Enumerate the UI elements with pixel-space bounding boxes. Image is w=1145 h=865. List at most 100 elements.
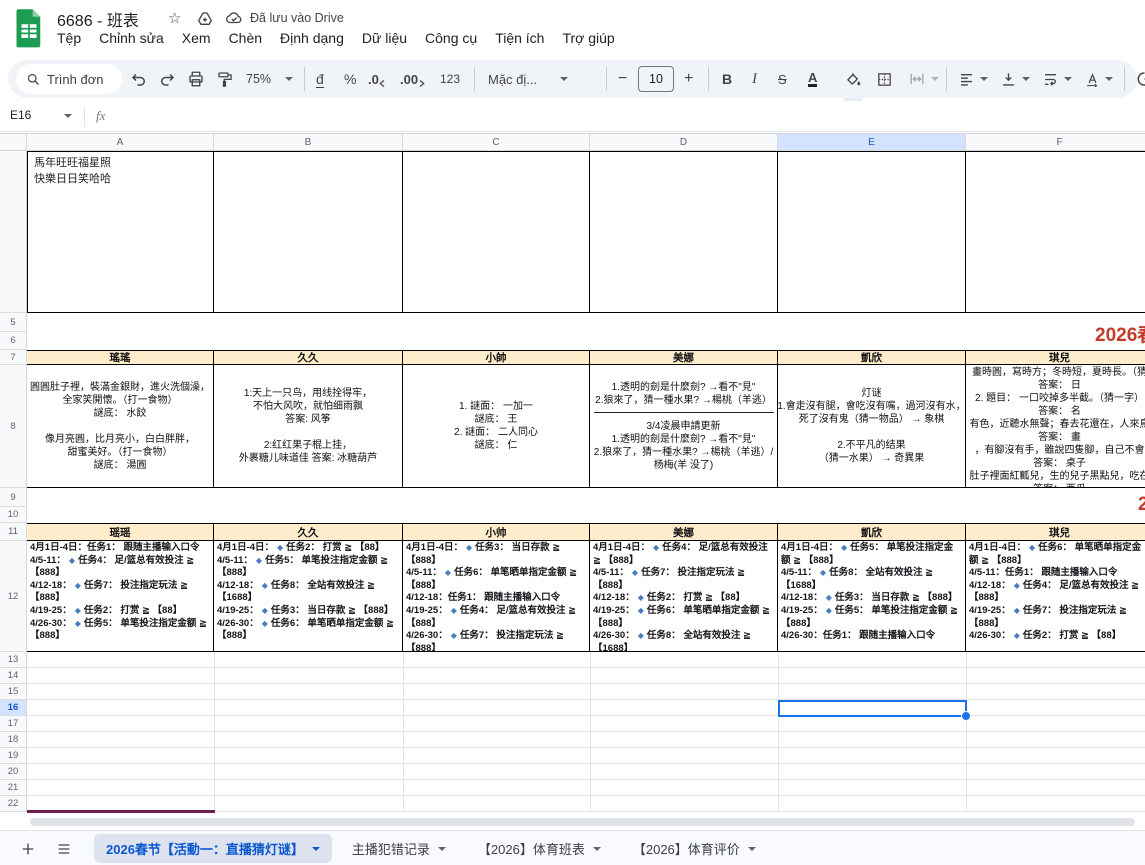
decrease-font-size-button[interactable]: − — [618, 60, 627, 98]
vertical-align-button[interactable] — [1000, 60, 1030, 98]
menu-item[interactable]: Chỉnh sửa — [90, 28, 173, 48]
percent-format-button[interactable]: % — [344, 60, 356, 98]
fill-handle[interactable] — [961, 711, 971, 721]
riddle-cell[interactable]: 圓圓肚子裡，裝滿金銀財，進火洗個澡，全家笑開懷。（打一食物）謎底： 水餃像月亮圓… — [27, 365, 214, 487]
task-cell[interactable]: 4月1日-4日：◆任务3： 当日存款 ≧ 【888】4/5-11：◆任务6： 单… — [403, 541, 590, 651]
empty-cell[interactable] — [966, 152, 1145, 312]
cloud-saved-icon[interactable] — [225, 11, 243, 25]
horizontal-align-button[interactable] — [958, 60, 988, 98]
tab-menu-caret-icon[interactable] — [593, 847, 601, 851]
undo-button[interactable] — [130, 60, 148, 98]
riddle-cell[interactable]: 1. 謎面： 一加一謎底： 王2. 謎面： 二人同心謎底： 仁 — [403, 365, 590, 487]
select-all-corner[interactable] — [0, 133, 27, 151]
paint-format-button[interactable] — [216, 60, 234, 98]
sheet-tab[interactable]: 【2026】体育班表 — [466, 834, 613, 863]
name-header-cell[interactable]: 美娜 — [590, 524, 778, 540]
menu-item[interactable]: Tiện ích — [486, 28, 553, 48]
link-button-partial[interactable] — [1134, 60, 1145, 98]
row-header[interactable]: 5 — [0, 313, 26, 332]
menu-item[interactable]: Dữ liệu — [353, 28, 416, 48]
strikethrough-button[interactable]: S — [778, 60, 787, 98]
name-header-cell[interactable]: 小帥 — [403, 351, 590, 364]
borders-button[interactable] — [876, 60, 893, 98]
row-header[interactable]: 11 — [0, 523, 26, 541]
sheets-logo-icon[interactable] — [14, 8, 44, 48]
name-header-cell[interactable]: 久久 — [214, 351, 403, 364]
horizontal-scrollbar[interactable] — [30, 818, 1135, 826]
menu-item[interactable]: Công cụ — [416, 28, 486, 48]
menu-item[interactable]: Trợ giúp — [553, 28, 623, 48]
italic-button[interactable]: I — [752, 60, 757, 98]
increase-font-size-button[interactable]: + — [684, 60, 693, 98]
empty-grid-area[interactable] — [27, 652, 1145, 812]
tab-menu-caret-icon[interactable] — [438, 847, 446, 851]
row-header[interactable]: 22 — [0, 796, 26, 812]
sheet-tab[interactable]: 主播犯错记录 — [340, 834, 458, 863]
name-header-cell[interactable]: 凱欣 — [778, 351, 966, 364]
name-header-cell[interactable]: 瑶瑶 — [27, 524, 214, 540]
riddle-cell[interactable]: 1.透明的劍是什麼劍? →看不"見"2.狼來了，猜一種水果? →楊桃（羊逃）3/… — [590, 365, 778, 487]
task-cell[interactable]: 4月1日-4日：◆任务1： 跟随主播输入口令4/5-11：◆任务4： 足/篮总有… — [27, 541, 214, 651]
font-size-input[interactable]: 10 — [638, 60, 674, 98]
row-header[interactable]: 8 — [0, 365, 26, 488]
menu-item[interactable]: Chèn — [220, 28, 271, 48]
row-header[interactable]: 13 — [0, 652, 26, 668]
task-cell[interactable]: 4月1日-4日：◆任务5： 单笔投注指定金额 ≧ 【888】4/5-11：◆任务… — [778, 541, 966, 651]
task-cell[interactable]: 4月1日-4日：◆任务4： 足/篮总有效投注 ≧ 【888】4/5-11：◆任务… — [590, 541, 778, 651]
column-header[interactable]: D — [590, 134, 778, 150]
search-menus[interactable]: Trình đơn — [16, 64, 122, 94]
more-formats-button[interactable]: 123 — [440, 60, 460, 98]
all-sheets-button[interactable] — [56, 842, 72, 856]
row-header[interactable]: 7 — [0, 350, 26, 365]
row-header[interactable]: 9 — [0, 488, 26, 507]
row-header[interactable]: 19 — [0, 748, 26, 764]
row-header[interactable]: 20 — [0, 764, 26, 780]
row-header[interactable]: 12 — [0, 541, 26, 652]
tab-menu-caret-icon[interactable] — [312, 847, 320, 851]
currency-format-button[interactable]: đ — [316, 60, 324, 98]
column-header[interactable]: C — [403, 134, 590, 150]
empty-cell[interactable] — [214, 152, 403, 312]
zoom-select[interactable]: 75% — [246, 60, 293, 98]
name-header-cell[interactable]: 凱欣 — [778, 524, 966, 540]
print-button[interactable] — [187, 60, 205, 98]
name-header-cell[interactable]: 小帅 — [403, 524, 590, 540]
column-header[interactable]: B — [214, 134, 403, 150]
row-header[interactable] — [0, 151, 26, 313]
row-header[interactable]: 18 — [0, 732, 26, 748]
increase-decimal-button[interactable]: .00 — [400, 60, 426, 98]
riddle-cell[interactable]: 1:天上一只鸟，用线拴得牢，不怕大风吹，就怕细雨飘答案: 风筝2:红红果子棍上挂… — [214, 365, 403, 487]
column-header[interactable]: F — [966, 134, 1145, 150]
row-header[interactable]: 14 — [0, 668, 26, 684]
row-header[interactable]: 17 — [0, 716, 26, 732]
menu-item[interactable]: Tệp — [48, 28, 90, 48]
empty-cell[interactable] — [403, 152, 590, 312]
tab-menu-caret-icon[interactable] — [748, 847, 756, 851]
empty-cell[interactable] — [590, 152, 778, 312]
name-header-cell[interactable]: 琪兒 — [966, 524, 1145, 540]
add-to-drive-icon[interactable] — [197, 11, 213, 27]
menu-item[interactable]: Định dạng — [271, 28, 353, 48]
riddle-cell[interactable]: 灯谜1.會走沒有腿，會吃沒有嘴，過河沒有水，死了沒有鬼（猜一物品） → 象棋2.… — [778, 365, 966, 487]
text-color-button[interactable]: A — [808, 60, 817, 98]
name-box[interactable]: E16 — [10, 108, 66, 122]
bold-button[interactable]: B — [722, 60, 732, 98]
name-header-cell[interactable]: 美娜 — [590, 351, 778, 364]
row-header[interactable]: 10 — [0, 507, 26, 523]
merge-cells-button[interactable] — [908, 60, 939, 98]
sheet-tab[interactable]: 2026春节【活動一：直播猜灯谜】 — [94, 834, 332, 863]
name-box-caret-icon[interactable] — [64, 114, 72, 118]
riddle-cell[interactable]: 畫時圓，寫時方；冬時短，夏時長。（猜答案： 日2. 題目： 一口咬掉多半截。（猜… — [966, 365, 1145, 487]
menu-item[interactable]: Xem — [173, 28, 220, 48]
row-header[interactable]: 21 — [0, 780, 26, 796]
fill-color-button[interactable] — [844, 60, 862, 101]
row-header[interactable]: 15 — [0, 684, 26, 700]
row-header[interactable]: 6 — [0, 332, 26, 350]
redo-button[interactable] — [158, 60, 176, 98]
name-header-cell[interactable]: 瑤瑤 — [27, 351, 214, 364]
add-sheet-button[interactable] — [20, 841, 36, 857]
task-cell[interactable]: 4月1日-4日：◆任务6： 单笔晒单指定金额 ≧ 【888】4/5-11：◆任务… — [966, 541, 1145, 651]
column-header[interactable]: A — [27, 134, 214, 150]
decrease-decimal-button[interactable]: .0 — [368, 60, 387, 98]
text-rotation-button[interactable] — [1084, 60, 1113, 98]
